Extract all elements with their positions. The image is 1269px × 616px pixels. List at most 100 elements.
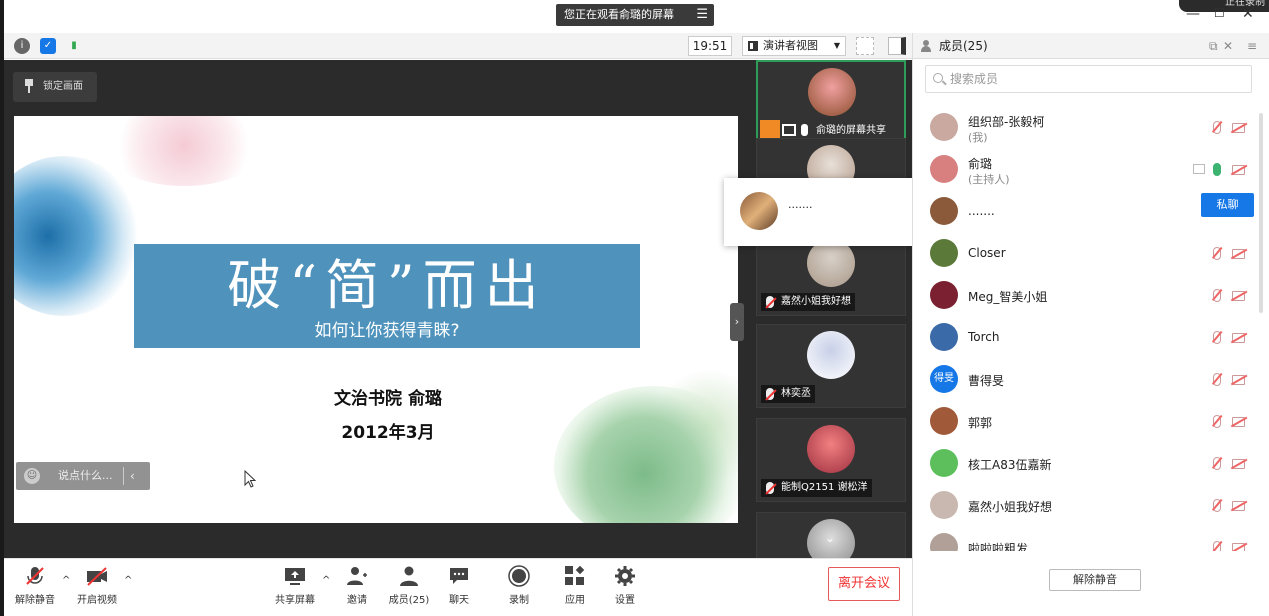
member-row[interactable]: 俞璐 (主持人) <box>913 149 1257 191</box>
info-icon[interactable]: i <box>14 38 30 54</box>
apps-button[interactable]: 应用 <box>552 565 598 606</box>
video-off-icon[interactable] <box>1232 417 1245 427</box>
unmute-all-button[interactable]: 解除静音 <box>1049 569 1141 591</box>
avatar <box>807 239 855 287</box>
shield-icon[interactable]: ✓ <box>40 38 56 54</box>
chevron-up-icon[interactable]: ^ <box>62 575 70 586</box>
mic-muted-icon[interactable] <box>1213 247 1221 260</box>
collapse-strip-button[interactable]: › <box>730 303 744 341</box>
lock-screen-button[interactable]: 锁定画面 <box>13 72 97 102</box>
video-tile[interactable]: 能制Q2151 谢松洋 <box>756 418 906 502</box>
member-list: 组织部-张毅柯 (我) 俞璐 (主持人) ....... 私聊 Closer M… <box>913 107 1257 551</box>
member-row[interactable]: Torch <box>913 317 1257 359</box>
member-row[interactable]: 郭郭 <box>913 401 1257 443</box>
mic-muted-icon[interactable] <box>1213 121 1221 134</box>
member-row[interactable]: 啦啦啦粗发 <box>913 527 1257 551</box>
mic-muted-icon[interactable] <box>1213 415 1221 428</box>
member-search-input[interactable]: 搜索成员 <box>925 65 1252 93</box>
gear-icon <box>614 565 636 587</box>
video-off-icon[interactable] <box>1232 249 1245 259</box>
member-row[interactable]: Closer <box>913 233 1257 275</box>
chevron-up-icon[interactable]: ^ <box>322 575 330 586</box>
video-tile[interactable]: 俞璐的屏幕共享 <box>756 60 906 144</box>
avatar <box>808 68 856 116</box>
meeting-clock: 19:51 <box>688 36 732 56</box>
member-name: 嘉然小姐我好想 <box>968 500 1053 514</box>
video-off-icon[interactable] <box>1232 459 1245 469</box>
video-tile[interactable]: ⌄ <box>756 512 906 558</box>
member-row[interactable]: Meg_智美小姐 <box>913 275 1257 317</box>
menu-icon[interactable]: ≡ <box>1247 33 1257 59</box>
share-screen-icon <box>284 565 306 587</box>
leave-meeting-button[interactable]: 离开会议 <box>828 567 900 601</box>
settings-button[interactable]: 设置 <box>602 565 648 606</box>
invite-button[interactable]: 邀请 <box>334 565 380 606</box>
unmute-button[interactable]: 解除静音 <box>12 565 58 606</box>
members-panel: 成员(25) ⧉ ✕ ≡ 搜索成员 组织部-张毅柯 (我) 俞璐 (主持人) .… <box>912 33 1269 616</box>
mic-muted-icon[interactable] <box>1213 541 1221 551</box>
mic-muted-icon[interactable] <box>1213 331 1221 344</box>
slide-author: 文治书院 俞璐 <box>334 389 442 409</box>
viewing-banner[interactable]: 您正在观看俞璐的屏幕 ☰ <box>556 4 714 26</box>
mouse-cursor-icon <box>244 469 257 491</box>
menu-icon[interactable]: ☰ <box>696 4 708 26</box>
avatar <box>930 113 958 141</box>
video-off-icon[interactable] <box>1232 123 1245 133</box>
avatar <box>740 192 778 230</box>
video-off-icon[interactable] <box>1232 333 1245 343</box>
video-off-icon[interactable] <box>1232 375 1245 385</box>
members-button[interactable]: 成员(25) <box>386 565 432 606</box>
avatar <box>930 491 958 519</box>
video-strip: 俞璐的屏幕共享 嘉然小姐我好想 林奕丞 能制Q2151 谢松洋 ⌄ <box>750 60 912 558</box>
fullscreen-icon[interactable] <box>856 37 874 55</box>
member-row[interactable]: 嘉然小姐我好想 <box>913 485 1257 527</box>
close-icon[interactable]: ✕ <box>1242 6 1254 22</box>
start-video-button[interactable]: 开启视频 <box>74 565 120 606</box>
minimize-icon[interactable]: — <box>1186 6 1200 22</box>
video-off-icon[interactable] <box>1232 165 1245 175</box>
chevron-left-icon[interactable]: ‹ <box>130 462 135 490</box>
sidebar-toggle-icon[interactable] <box>888 37 906 55</box>
member-row[interactable]: 组织部-张毅柯 (我) <box>913 107 1257 149</box>
member-name: Meg_智美小姐 <box>968 290 1048 304</box>
mic-muted-icon[interactable] <box>1213 289 1221 302</box>
video-off-icon[interactable] <box>1232 543 1245 551</box>
popout-icon[interactable]: ⧉ <box>1209 33 1218 59</box>
chat-button[interactable]: 聊天 <box>436 565 482 606</box>
record-button[interactable]: 录制 <box>496 565 542 606</box>
maximize-icon[interactable]: ☐ <box>1214 6 1225 20</box>
share-screen-button[interactable]: 共享屏幕 <box>272 565 318 606</box>
private-chat-button[interactable]: 私聊 <box>1201 193 1254 217</box>
member-row[interactable]: ....... 私聊 <box>913 191 1257 233</box>
chat-placeholder: 说点什么... <box>58 469 113 482</box>
invite-label: 邀请 <box>347 595 367 606</box>
chat-icon <box>448 565 470 587</box>
member-row[interactable]: 核工A83伍嘉新 <box>913 443 1257 485</box>
view-mode-select[interactable]: 演讲者视图 ▼ <box>742 36 846 56</box>
person-icon <box>760 120 780 138</box>
screen-share-icon <box>782 124 796 136</box>
member-list-scrollbar[interactable] <box>1259 113 1263 313</box>
close-icon[interactable]: ✕ <box>1223 33 1233 59</box>
video-tile[interactable]: 林奕丞 <box>756 324 906 408</box>
mic-muted-icon[interactable] <box>1213 373 1221 386</box>
view-mode-label: 演讲者视图 <box>763 39 818 52</box>
chat-quick-input[interactable]: ☺ 说点什么... ‹ <box>16 462 150 490</box>
mic-muted-icon[interactable] <box>1213 499 1221 512</box>
chevron-up-icon[interactable]: ^ <box>124 575 132 586</box>
pin-icon <box>25 79 33 93</box>
mic-muted-icon <box>766 296 774 308</box>
emoji-icon[interactable]: ☺ <box>24 468 40 484</box>
unmute-label: 解除静音 <box>15 595 55 606</box>
mic-icon[interactable] <box>1213 163 1221 176</box>
video-off-icon[interactable] <box>1232 291 1245 301</box>
avatar <box>930 197 958 225</box>
member-name: 曹得旻 <box>968 374 1005 388</box>
video-tile-name: 俞璐的屏幕共享 <box>816 125 886 136</box>
member-row[interactable]: 得旻 曹得旻 <box>913 359 1257 401</box>
avatar <box>930 533 958 551</box>
video-off-icon[interactable] <box>1232 501 1245 511</box>
signal-icon[interactable]: ▮ <box>66 38 82 54</box>
chevron-down-icon[interactable]: ⌄ <box>825 531 835 545</box>
mic-muted-icon[interactable] <box>1213 457 1221 470</box>
